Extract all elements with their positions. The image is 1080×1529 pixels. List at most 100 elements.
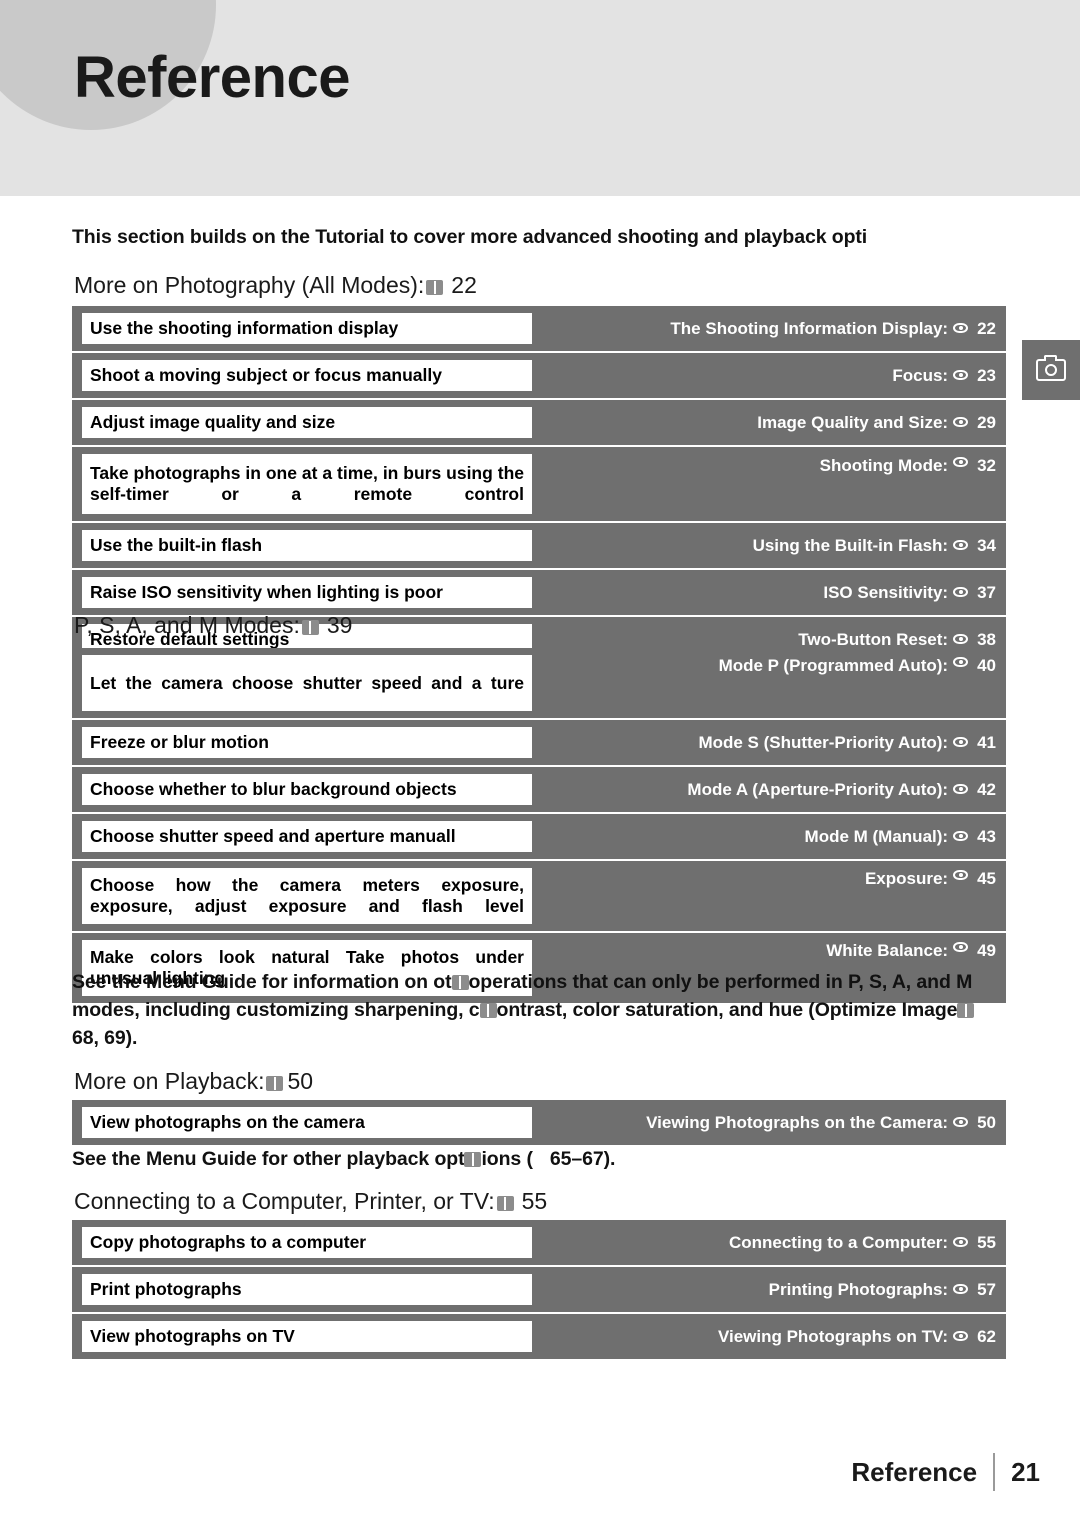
book-icon — [266, 1076, 284, 1091]
reference-eye-icon — [953, 941, 970, 954]
reference-eye-icon — [953, 456, 970, 469]
row-right-cell: Image Quality and Size: 29 — [542, 400, 1006, 445]
table-psam: Let the camera choose shutter speed and … — [72, 648, 1006, 1005]
row-left-cell: Shoot a moving subject or focus manually — [72, 353, 542, 398]
book-icon — [301, 620, 319, 635]
section-heading-playback-page: 50 — [287, 1068, 314, 1094]
row-right-cell: Mode A (Aperture-Priority Auto): 42 — [542, 767, 1006, 812]
table-row[interactable]: View photographs on TV Viewing Photograp… — [72, 1314, 1006, 1359]
row-right-cell: Connecting to a Computer: 55 — [542, 1220, 1006, 1265]
row-right-cell: The Shooting Information Display: 22 — [542, 306, 1006, 351]
row-right-text: ISO Sensitivity: — [823, 582, 949, 602]
section-heading-connecting-label: Connecting to a Computer, Printer, or TV… — [74, 1188, 495, 1214]
reference-eye-icon — [953, 830, 970, 843]
reference-eye-icon — [953, 633, 970, 646]
reference-eye-icon — [953, 869, 970, 882]
row-right-text: Viewing Photographs on the Camera: — [646, 1112, 949, 1132]
row-page: 43 — [977, 826, 996, 846]
row-page: 22 — [977, 318, 996, 338]
row-right-text: Printing Photographs: — [768, 1279, 949, 1299]
row-page: 38 — [977, 629, 996, 649]
psam-note-line2-c: Optimize Image — [814, 999, 958, 1021]
section-heading-photography: More on Photography (All Modes): 22 — [74, 272, 477, 299]
row-right-cell: Focus: 23 — [542, 353, 1006, 398]
table-row[interactable]: Take photographs in one at a time, in bu… — [72, 447, 1006, 521]
page-title: Reference — [74, 45, 350, 110]
row-right-cell: Mode M (Manual): 43 — [542, 814, 1006, 859]
psam-note-line1-a: See the Menu Guide for information on ot — [72, 971, 452, 993]
playback-note-a: See the Menu Guide for other playback op… — [72, 1148, 465, 1170]
reference-eye-icon — [953, 416, 970, 429]
row-left-cell: View photographs on the camera — [72, 1100, 542, 1145]
row-page: 45 — [977, 869, 996, 888]
table-row[interactable]: Choose shutter speed and aperture manual… — [72, 814, 1006, 859]
row-right-text: Mode S (Shutter-Priority Auto): — [698, 732, 949, 752]
psam-note-line2-b: ontrast, color saturation, and hue ( — [496, 999, 815, 1021]
reference-eye-icon — [953, 1283, 970, 1296]
psam-note-line1-c: P, S, A, and M — [847, 971, 973, 993]
row-page: 62 — [977, 1326, 996, 1346]
table-row[interactable]: Let the camera choose shutter speed and … — [72, 648, 1006, 718]
row-right-cell: Exposure: 45 — [542, 861, 1006, 931]
reference-eye-icon — [953, 1236, 970, 1249]
table-photography: Use the shooting information display The… — [72, 306, 1006, 664]
footer-page-number: 21 — [1011, 1456, 1040, 1487]
section-heading-playback-label: More on Playback: — [74, 1068, 265, 1094]
book-icon — [496, 1196, 514, 1211]
section-heading-photography-label: More on Photography (All Modes): — [74, 272, 425, 298]
section-heading-psam-label: P, S, A, and M Modes: — [74, 612, 300, 638]
row-right-cell: Printing Photographs: 57 — [542, 1267, 1006, 1312]
row-left-cell: Choose how the camera meters exposure, e… — [72, 861, 542, 931]
footer-label: Reference — [851, 1456, 978, 1487]
row-left-text: Use the shooting information display — [90, 318, 399, 338]
row-left-cell: Adjust image quality and size — [72, 400, 542, 445]
row-right-text: Focus: — [892, 365, 949, 385]
row-left-cell: Print photographs — [72, 1267, 542, 1312]
playback-note-c: 65–67). — [549, 1148, 616, 1170]
table-row[interactable]: Use the built-in flash Using the Built-i… — [72, 523, 1006, 568]
book-icon — [451, 975, 469, 990]
row-right-text: Using the Built-in Flash: — [752, 535, 949, 555]
row-left-text: View photographs on TV — [90, 1326, 295, 1346]
row-left-cell: Freeze or blur motion — [72, 720, 542, 765]
row-left-text: Choose whether to blur background object… — [90, 779, 457, 799]
row-right-cell: Shooting Mode: 32 — [542, 447, 1006, 521]
section-heading-psam: P, S, A, and M Modes: 39 — [74, 612, 352, 639]
table-row[interactable]: Copy photographs to a computer Connectin… — [72, 1220, 1006, 1265]
table-row[interactable]: Choose whether to blur background object… — [72, 767, 1006, 812]
row-left-cell: Choose whether to blur background object… — [72, 767, 542, 812]
row-page: 41 — [977, 732, 996, 752]
row-left-text: View photographs on the camera — [90, 1112, 365, 1132]
row-right-cell: Mode S (Shutter-Priority Auto): 41 — [542, 720, 1006, 765]
row-right-text: Image Quality and Size: — [757, 412, 949, 432]
row-right-cell: ISO Sensitivity: 37 — [542, 570, 1006, 615]
table-row[interactable]: Print photographs Printing Photographs: 5… — [72, 1267, 1006, 1312]
table-row[interactable]: Freeze or blur motion Mode S (Shutter-Pr… — [72, 720, 1006, 765]
table-row[interactable]: Shoot a moving subject or focus manually… — [72, 353, 1006, 398]
reference-eye-icon — [953, 736, 970, 749]
table-row[interactable]: Adjust image quality and size Image Qual… — [72, 400, 1006, 445]
row-right-text: Mode A (Aperture-Priority Auto): — [687, 779, 949, 799]
psam-note-line3: 68, 69). — [72, 1027, 138, 1049]
row-page: 49 — [977, 941, 996, 960]
playback-note-paragraph: See the Menu Guide for other playback op… — [72, 1145, 1012, 1173]
table-row[interactable]: Use the shooting information display The… — [72, 306, 1006, 351]
book-icon — [957, 1003, 975, 1018]
header-band: Reference — [0, 0, 1080, 196]
side-tab-camera — [1022, 340, 1080, 400]
section-heading-playback: More on Playback: 50 — [74, 1068, 313, 1095]
row-right-text: Connecting to a Computer: — [728, 1232, 949, 1252]
table-row[interactable]: Choose how the camera meters exposure, e… — [72, 861, 1006, 931]
reference-eye-icon — [953, 783, 970, 796]
row-right-text: White Balance: — [826, 941, 949, 960]
row-left-text: Let the camera choose shutter speed and … — [90, 672, 524, 693]
row-right-cell: Viewing Photographs on the Camera: 50 — [542, 1100, 1006, 1145]
row-right-text: Shooting Mode: — [819, 456, 949, 475]
row-left-cell: Raise ISO sensitivity when lighting is p… — [72, 570, 542, 615]
row-page: 23 — [977, 365, 996, 385]
table-row[interactable]: View photographs on the camera Viewing P… — [72, 1100, 1006, 1145]
row-right-text: Viewing Photographs on TV: — [717, 1326, 949, 1346]
table-row[interactable]: Raise ISO sensitivity when lighting is p… — [72, 570, 1006, 615]
psam-note-line2-a: modes, including customizing sharpening,… — [72, 999, 480, 1021]
row-left-text: Print photographs — [90, 1279, 242, 1299]
